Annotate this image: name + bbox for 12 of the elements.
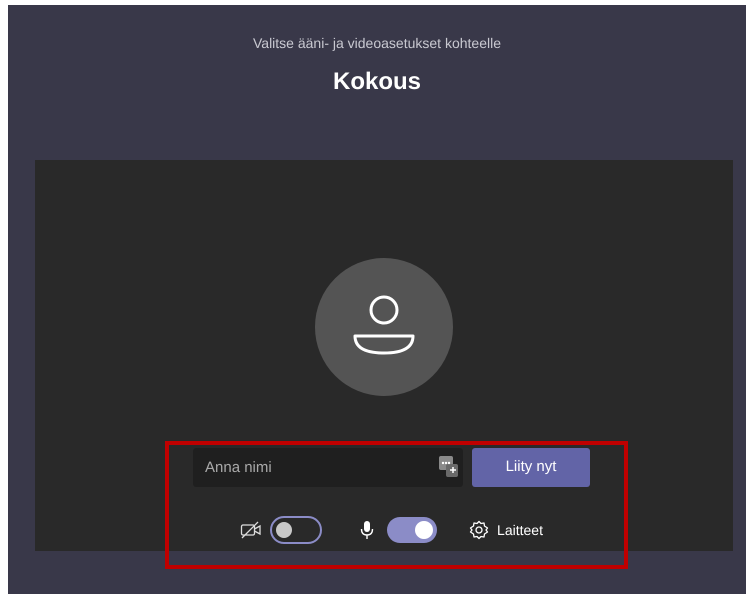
page-title: Kokous: [332, 67, 421, 97]
subtitle: Valitse ääni- ja videoasetukset kohteelle: [252, 34, 501, 53]
emoji-icon[interactable]: [439, 456, 459, 478]
camera-off-icon: [240, 521, 262, 539]
toggle-switch[interactable]: [270, 516, 322, 544]
devices-button[interactable]: Laitteet: [469, 520, 543, 540]
toggle-switch[interactable]: [387, 517, 438, 543]
microphone-icon: [360, 520, 374, 540]
settings-icon: [469, 520, 490, 540]
name-field[interactable]: Anna nimi: [193, 448, 463, 487]
avatar-icon: [315, 258, 453, 396]
join-button[interactable]: Liity nyt: [472, 448, 590, 487]
